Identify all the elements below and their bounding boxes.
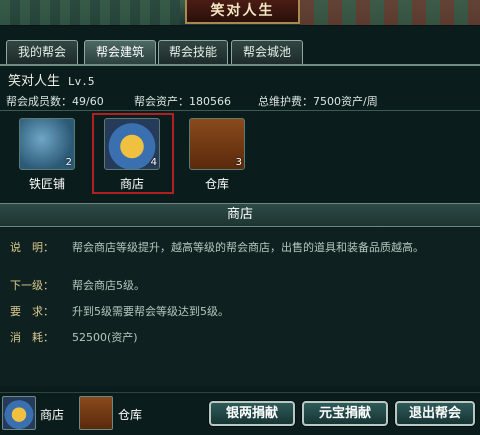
- tab-guild-skills[interactable]: 帮会技能: [158, 40, 228, 65]
- banner-decoration-right: [300, 0, 480, 25]
- shop-icon: 4: [104, 118, 160, 170]
- detail-value: 帮会商店5级。: [72, 279, 145, 292]
- building-level: 4: [150, 157, 157, 168]
- top-banner: 笑对人生: [0, 0, 480, 26]
- divider: [0, 110, 480, 111]
- warehouse-icon[interactable]: [79, 396, 113, 430]
- tab-underline: [0, 64, 480, 66]
- member-count: 帮会成员数：49/60: [6, 95, 104, 108]
- detail-header: 商店: [0, 203, 480, 227]
- shortcut-label-warehouse: 仓库: [118, 408, 143, 422]
- tab-guild-cities[interactable]: 帮会城池: [231, 40, 303, 65]
- detail-key: 消 耗：: [10, 331, 54, 344]
- detail-value: 升到5级需要帮会等级达到5级。: [72, 305, 229, 318]
- building-level: 2: [65, 157, 72, 168]
- building-shop[interactable]: 4 商店: [102, 118, 162, 192]
- building-label: 仓库: [204, 177, 229, 191]
- guild-name: 笑对人生: [8, 74, 61, 89]
- detail-value: 帮会商店等级提升，越高等级的帮会商店，出售的道具和装备品质越高。: [72, 241, 424, 254]
- guild-level: Lv.5: [68, 75, 95, 88]
- guild-assets: 帮会资产：180566: [134, 95, 231, 108]
- guild-name-row: 笑对人生 Lv.5: [8, 70, 95, 89]
- tab-bar: 我的帮会 帮会建筑 帮会技能 帮会城池: [0, 40, 480, 65]
- tab-my-guild[interactable]: 我的帮会: [6, 40, 78, 65]
- detail-key: 说 明：: [10, 241, 54, 254]
- donate-silver-button[interactable]: 银两捐献: [209, 401, 295, 426]
- tab-guild-buildings[interactable]: 帮会建筑: [84, 40, 156, 65]
- detail-key: 要 求：: [10, 305, 54, 318]
- building-warehouse[interactable]: 3 仓库: [187, 118, 247, 192]
- detail-panel: 说 明： 帮会商店等级提升，越高等级的帮会商店，出售的道具和装备品质越高。 下一…: [0, 228, 480, 386]
- bottom-bar: 商店 仓库 银两捐献 元宝捐献 退出帮会: [0, 392, 480, 435]
- warehouse-icon: 3: [189, 118, 245, 170]
- detail-key: 下一级：: [10, 279, 54, 292]
- building-label: 商店: [119, 177, 144, 191]
- shortcut-label-shop: 商店: [40, 408, 65, 422]
- quit-guild-button[interactable]: 退出帮会: [395, 401, 475, 426]
- building-blacksmith[interactable]: 2 铁匠铺: [17, 118, 77, 192]
- window-title: 笑对人生: [185, 0, 300, 24]
- detail-value: 52500(资产): [72, 331, 138, 344]
- building-level: 3: [235, 157, 242, 168]
- building-label: 铁匠铺: [28, 177, 65, 191]
- maintenance-fee: 总维护费：7500资产/周: [258, 95, 378, 108]
- anvil-icon: 2: [19, 118, 75, 170]
- banner-decoration-left: [0, 0, 180, 25]
- donate-ingot-button[interactable]: 元宝捐献: [302, 401, 388, 426]
- shop-icon[interactable]: [2, 396, 36, 430]
